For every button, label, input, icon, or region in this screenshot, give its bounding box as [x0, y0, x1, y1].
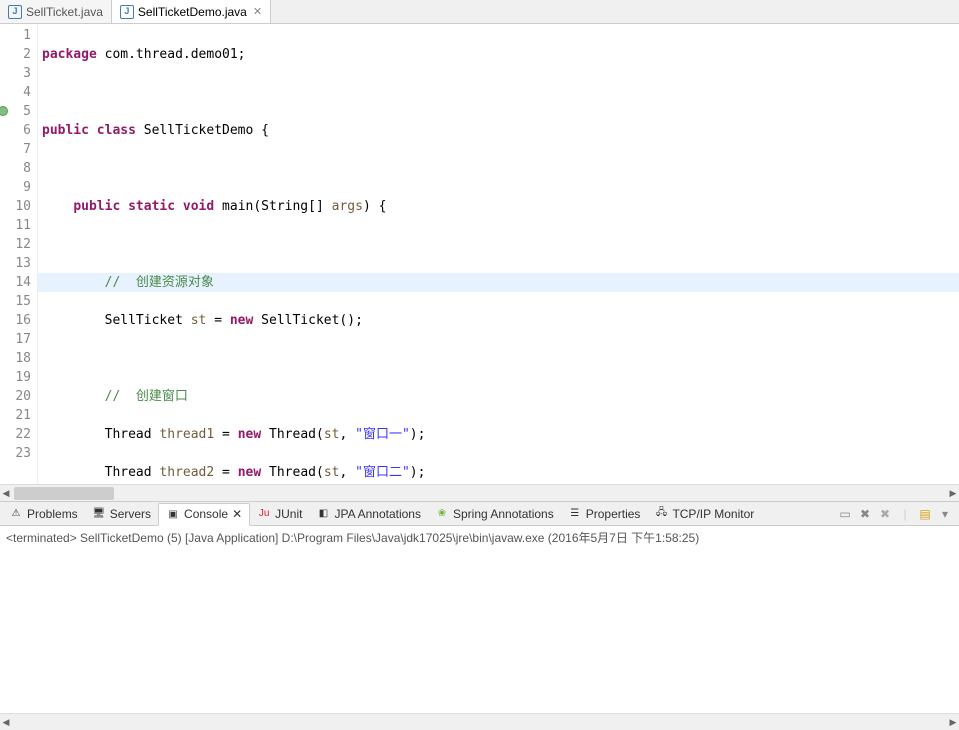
tab-tcpip[interactable]: 🖧 TCP/IP Monitor: [647, 502, 761, 525]
tab-sellticket[interactable]: J SellTicket.java: [0, 0, 112, 23]
console-status: <terminated> SellTicketDemo (5) [Java Ap…: [6, 529, 953, 546]
editor-area: J SellTicket.java J SellTicketDemo.java …: [0, 0, 959, 502]
tab-properties[interactable]: ☰ Properties: [561, 502, 648, 525]
tab-console[interactable]: ▣ Console ✕: [158, 503, 250, 526]
scroll-thumb[interactable]: [14, 487, 114, 500]
view-tab-label: Spring Annotations: [453, 507, 554, 521]
view-tab-label: Properties: [586, 507, 641, 521]
tab-problems[interactable]: ⚠ Problems: [2, 502, 85, 525]
console-icon: ▣: [166, 507, 180, 521]
view-tab-label: Servers: [110, 507, 151, 521]
problems-icon: ⚠: [9, 507, 23, 521]
junit-icon: Ju: [257, 507, 271, 521]
editor-hscroll[interactable]: ◀ ▶: [0, 484, 959, 501]
tab-jpa[interactable]: ◧ JPA Annotations: [309, 502, 428, 525]
view-toolbar: ▭ ✖ ✖ | ▤ ▾: [837, 506, 957, 522]
spring-icon: ❀: [435, 507, 449, 521]
jpa-icon: ◧: [316, 507, 330, 521]
servers-icon: 🖥: [92, 507, 106, 521]
tab-servers[interactable]: 🖥 Servers: [85, 502, 158, 525]
monitor-icon: 🖧: [654, 507, 668, 521]
view-tabs: ⚠ Problems 🖥 Servers ▣ Console ✕ Ju JUni…: [0, 502, 959, 526]
console-hscroll[interactable]: ◀ ▶: [0, 713, 959, 730]
scroll-left-icon[interactable]: ◀: [0, 716, 12, 729]
java-file-icon: J: [8, 5, 22, 19]
code-area[interactable]: package com.thread.demo01; public class …: [38, 24, 959, 484]
remove-all-terminated-icon[interactable]: ✖: [877, 506, 893, 522]
scroll-left-icon[interactable]: ◀: [0, 487, 12, 500]
bottom-pane: ⚠ Problems 🖥 Servers ▣ Console ✕ Ju JUni…: [0, 502, 959, 730]
editor-body: 1234 5 6789 10111213 14151617 18192021 2…: [0, 24, 959, 484]
java-file-icon: J: [120, 5, 134, 19]
run-marker-icon[interactable]: [0, 106, 8, 116]
remove-launch-icon[interactable]: ▭: [837, 506, 853, 522]
tab-sellticketdemo[interactable]: J SellTicketDemo.java ✕: [112, 0, 271, 23]
tab-junit[interactable]: Ju JUnit: [250, 502, 309, 525]
clear-console-icon[interactable]: ▤: [917, 506, 933, 522]
line-gutter: 1234 5 6789 10111213 14151617 18192021 2…: [0, 24, 38, 484]
tab-spring[interactable]: ❀ Spring Annotations: [428, 502, 561, 525]
close-icon[interactable]: ✕: [232, 507, 242, 521]
view-tab-label: TCP/IP Monitor: [672, 507, 754, 521]
view-tab-label: Problems: [27, 507, 78, 521]
view-tab-label: JUnit: [275, 507, 302, 521]
view-tab-label: Console: [184, 507, 228, 521]
close-icon[interactable]: ✕: [253, 5, 262, 18]
properties-icon: ☰: [568, 507, 582, 521]
editor-tabs: J SellTicket.java J SellTicketDemo.java …: [0, 0, 959, 24]
remove-all-icon[interactable]: ✖: [857, 506, 873, 522]
scroll-right-icon[interactable]: ▶: [947, 487, 959, 500]
tab-label: SellTicketDemo.java: [138, 5, 247, 19]
tab-label: SellTicket.java: [26, 5, 103, 19]
scroll-lock-icon[interactable]: ▾: [937, 506, 953, 522]
scroll-right-icon[interactable]: ▶: [947, 716, 959, 729]
view-tab-label: JPA Annotations: [334, 507, 421, 521]
divider: |: [897, 506, 913, 522]
console-body[interactable]: <terminated> SellTicketDemo (5) [Java Ap…: [0, 526, 959, 713]
